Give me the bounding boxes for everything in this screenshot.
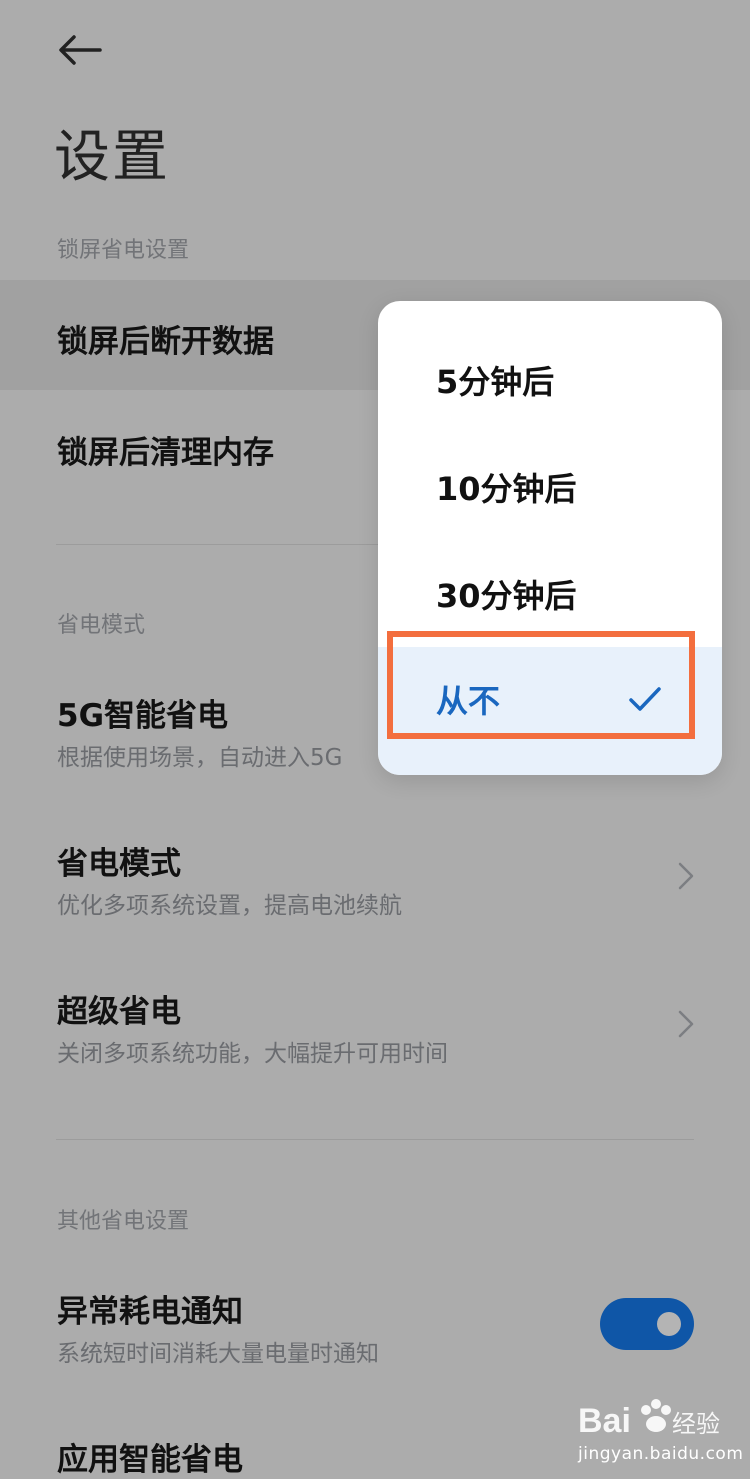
setting-clear-memory-title[interactable]: 锁屏后清理内存	[57, 427, 274, 472]
back-arrow-icon	[59, 35, 102, 65]
back-button[interactable]	[54, 24, 106, 76]
setting-power-mode-title[interactable]: 省电模式	[57, 838, 181, 883]
chevron-right-icon[interactable]	[674, 1004, 698, 1044]
divider	[56, 1139, 694, 1140]
option-label: 30分钟后	[436, 576, 577, 615]
annotation-highlight-box	[387, 631, 695, 739]
setting-5g-power-title[interactable]: 5G智能省电	[57, 690, 228, 735]
option-label: 5分钟后	[436, 362, 555, 401]
section-header-power-mode: 省电模式	[57, 613, 146, 638]
setting-abnormal-drain-title[interactable]: 异常耗电通知	[57, 1286, 243, 1331]
setting-5g-power-subtitle: 根据使用场景，自动进入5G	[57, 745, 343, 771]
page-title: 设置	[54, 125, 170, 190]
setting-super-saver-subtitle: 关闭多项系统功能，大幅提升可用时间	[57, 1041, 448, 1067]
section-header-other: 其他省电设置	[57, 1209, 190, 1234]
setting-power-mode-subtitle: 优化多项系统设置，提高电池续航	[57, 893, 402, 919]
setting-app-smart-saver-title[interactable]: 应用智能省电	[57, 1434, 243, 1479]
svg-text:经验: 经验	[672, 1410, 720, 1438]
option-10min[interactable]: 10分钟后	[378, 433, 722, 540]
setting-abnormal-drain-subtitle: 系统短时间消耗大量电量时通知	[57, 1341, 379, 1367]
section-header-lock-screen: 锁屏省电设置	[57, 238, 190, 263]
setting-disconnect-data-title[interactable]: 锁屏后断开数据	[57, 316, 274, 361]
abnormal-drain-toggle[interactable]	[600, 1298, 694, 1350]
option-5min[interactable]: 5分钟后	[378, 326, 722, 433]
svg-text:Bai: Bai	[578, 1402, 631, 1440]
chevron-right-icon[interactable]	[674, 856, 698, 896]
toggle-knob	[657, 1312, 681, 1336]
watermark-url: jingyan.baidu.com	[578, 1444, 744, 1464]
option-label: 10分钟后	[436, 469, 577, 508]
setting-super-saver-title[interactable]: 超级省电	[57, 986, 181, 1031]
